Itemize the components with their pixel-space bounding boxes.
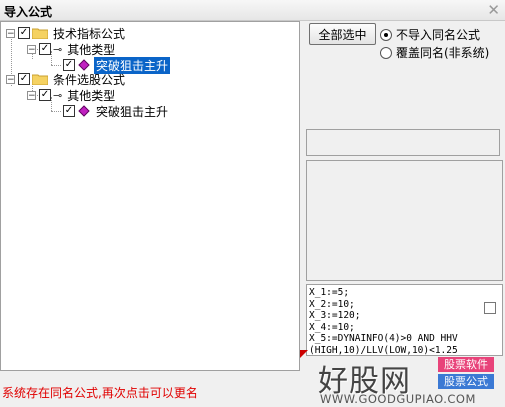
radio-overwrite[interactable]: 覆盖同名(非系统) (380, 44, 489, 61)
gem-icon (78, 105, 90, 117)
tree-checkbox[interactable]: ✓ (18, 27, 30, 39)
folder-icon (32, 28, 48, 39)
title-bar: 导入公式 ✕ (0, 0, 505, 21)
radio-button[interactable] (380, 28, 392, 41)
radio-label: 不导入同名公式 (396, 28, 481, 42)
watermark-tag: 股票公式 (438, 374, 494, 389)
tree-checkbox[interactable]: ✓ (63, 59, 75, 71)
tree-connector (51, 111, 61, 112)
tree-node-label: 技术指标公式 (53, 26, 126, 41)
key-icon: ⊸ (53, 88, 63, 102)
close-icon[interactable]: ✕ (487, 1, 500, 19)
formula-tree[interactable]: − ✓ 技术指标公式 − ✓ ⊸ 其他类型 ✓ 突破狙击主升 − ✓ 条件选股公… (0, 21, 300, 371)
code-line: X_4:=10; (309, 321, 355, 333)
info-panel (306, 129, 500, 156)
tree-checkbox[interactable]: ✓ (39, 89, 51, 101)
tree-checkbox[interactable]: ✓ (18, 73, 30, 85)
tree-node-label: 条件选股公式 (53, 72, 126, 87)
code-line: X_2:=10; (309, 298, 355, 310)
tree-node-other-types[interactable]: − ✓ ⊸ 其他类型 (27, 87, 117, 103)
tree-checkbox[interactable]: ✓ (63, 105, 75, 117)
tree-connector (51, 65, 61, 66)
tree-node-label: 其他类型 (67, 42, 116, 57)
code-line: X_3:=120; (309, 310, 361, 321)
watermark-url: WWW.GOODGUPIAO.COM (320, 392, 476, 406)
collapse-icon[interactable]: − (27, 90, 36, 100)
collapse-icon[interactable]: − (27, 44, 36, 54)
watermark-tag: 股票软件 (438, 357, 494, 372)
select-all-button[interactable]: 全部选中 (309, 23, 376, 45)
tree-checkbox[interactable]: ✓ (39, 43, 51, 55)
corner-marker (300, 350, 308, 358)
radio-button[interactable] (380, 46, 392, 59)
description-panel (306, 160, 503, 281)
tree-node-formula[interactable]: ✓ 突破狙击主升 (63, 103, 170, 119)
folder-icon (32, 74, 48, 85)
watermark: 好股网 股票软件 股票公式 WWW.GOODGUPIAO.COM (318, 354, 505, 407)
tree-node-other-types[interactable]: − ✓ ⊸ 其他类型 (27, 41, 117, 57)
code-line: X_5:=DYNAINFO(4)>0 AND HHV (309, 333, 458, 344)
collapse-icon[interactable]: − (6, 28, 15, 38)
radio-skip-duplicates[interactable]: 不导入同名公式 (380, 26, 480, 43)
gem-icon (78, 59, 90, 71)
tree-node-screening-formulas[interactable]: − ✓ 条件选股公式 (6, 71, 127, 87)
code-line: X_1:=5; (309, 287, 350, 298)
preview-checkbox[interactable] (484, 302, 496, 314)
tree-node-label: 突破狙击主升 (96, 104, 169, 119)
formula-preview[interactable]: X_1:=5; X_2:=10; X_3:=120; X_4:=10; X_5:… (306, 284, 503, 356)
window-title: 导入公式 (4, 5, 53, 19)
key-icon: ⊸ (53, 42, 63, 56)
tree-node-label: 其他类型 (67, 88, 116, 103)
collapse-icon[interactable]: − (6, 74, 15, 84)
status-message: 系统存在同名公式,再次点击可以更名 (2, 386, 198, 400)
radio-label: 覆盖同名(非系统) (396, 46, 490, 60)
tree-node-indicator-formulas[interactable]: − ✓ 技术指标公式 (6, 25, 127, 41)
